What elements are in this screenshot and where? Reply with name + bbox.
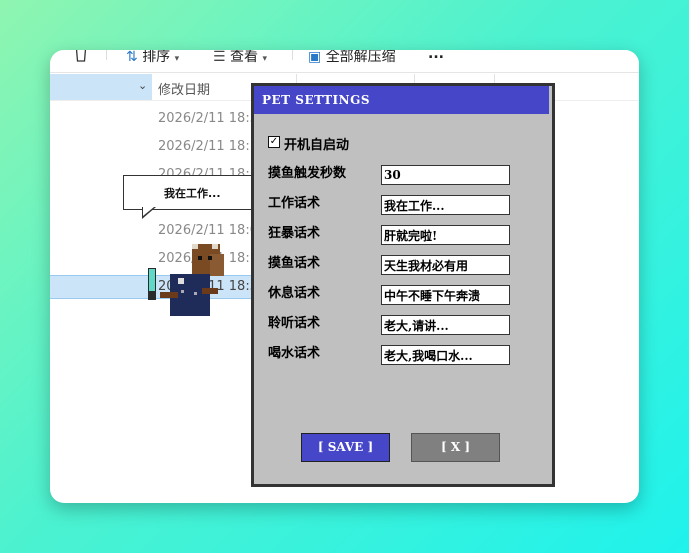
speech-bubble-tail-fill — [143, 207, 154, 216]
save-button[interactable]: [ SAVE ] — [301, 433, 390, 462]
chevron-down-icon: ▾ — [262, 54, 267, 64]
slack-phrase-input[interactable] — [381, 255, 510, 275]
extract-all-button[interactable]: ▣ 全部解压缩 — [308, 50, 396, 66]
listen-phrase-input[interactable] — [381, 315, 510, 335]
file-explorer-window: ⇅ 排序 ▾ ☰ 查看 ▾ ▣ 全部解压缩 ... ⌄ 修改日期 2026/2/… — [50, 50, 639, 503]
view-button[interactable]: ☰ 查看 ▾ — [213, 50, 267, 66]
dialog-title: PET SETTINGS — [254, 86, 549, 114]
chevron-down-icon[interactable]: ⌄ — [138, 79, 147, 92]
more-button[interactable]: ... — [428, 50, 444, 62]
idle-seconds-input[interactable] — [381, 165, 510, 185]
sort-label: 排序 — [142, 50, 171, 65]
autostart-label: 开机自启动 — [284, 138, 350, 153]
sort-button[interactable]: ⇅ 排序 ▾ — [126, 50, 179, 66]
toolbar: ⇅ 排序 ▾ ☰ 查看 ▾ ▣ 全部解压缩 ... — [50, 50, 639, 73]
pet-bubble-text: 我在工作... — [164, 187, 221, 200]
field-label: 休息话术 — [268, 286, 321, 301]
field-label: 聆听话术 — [268, 316, 321, 331]
pet-settings-dialog: PET SETTINGS ✓ 开机自启动 摸鱼触发秒数 工作话术 狂暴话术 摸鱼… — [251, 83, 555, 487]
sort-icon: ⇅ — [126, 50, 138, 65]
name-column-header[interactable] — [50, 74, 152, 100]
extract-all-label: 全部解压缩 — [325, 50, 396, 65]
chevron-down-icon: ▾ — [174, 54, 180, 64]
field-label: 工作话术 — [268, 196, 321, 211]
field-label: 喝水话术 — [268, 346, 321, 361]
field-label: 摸鱼话术 — [268, 256, 321, 271]
field-label: 狂暴话术 — [268, 226, 321, 241]
autostart-checkbox[interactable]: ✓ — [268, 136, 280, 148]
drink-phrase-input[interactable] — [381, 345, 510, 365]
trash-icon[interactable] — [74, 50, 88, 66]
modified-date-header[interactable]: 修改日期 — [158, 79, 210, 98]
pet-speech-bubble: 我在工作... — [123, 175, 257, 210]
desktop-pet-sprite[interactable] — [146, 244, 236, 316]
view-icon: ☰ — [213, 50, 226, 65]
rage-phrase-input[interactable] — [381, 225, 510, 245]
rest-phrase-input[interactable] — [381, 285, 510, 305]
view-label: 查看 — [230, 50, 259, 65]
field-label: 摸鱼触发秒数 — [268, 166, 347, 181]
archive-icon: ▣ — [308, 50, 322, 65]
work-phrase-input[interactable] — [381, 195, 510, 215]
close-button[interactable]: [ X ] — [411, 433, 500, 462]
